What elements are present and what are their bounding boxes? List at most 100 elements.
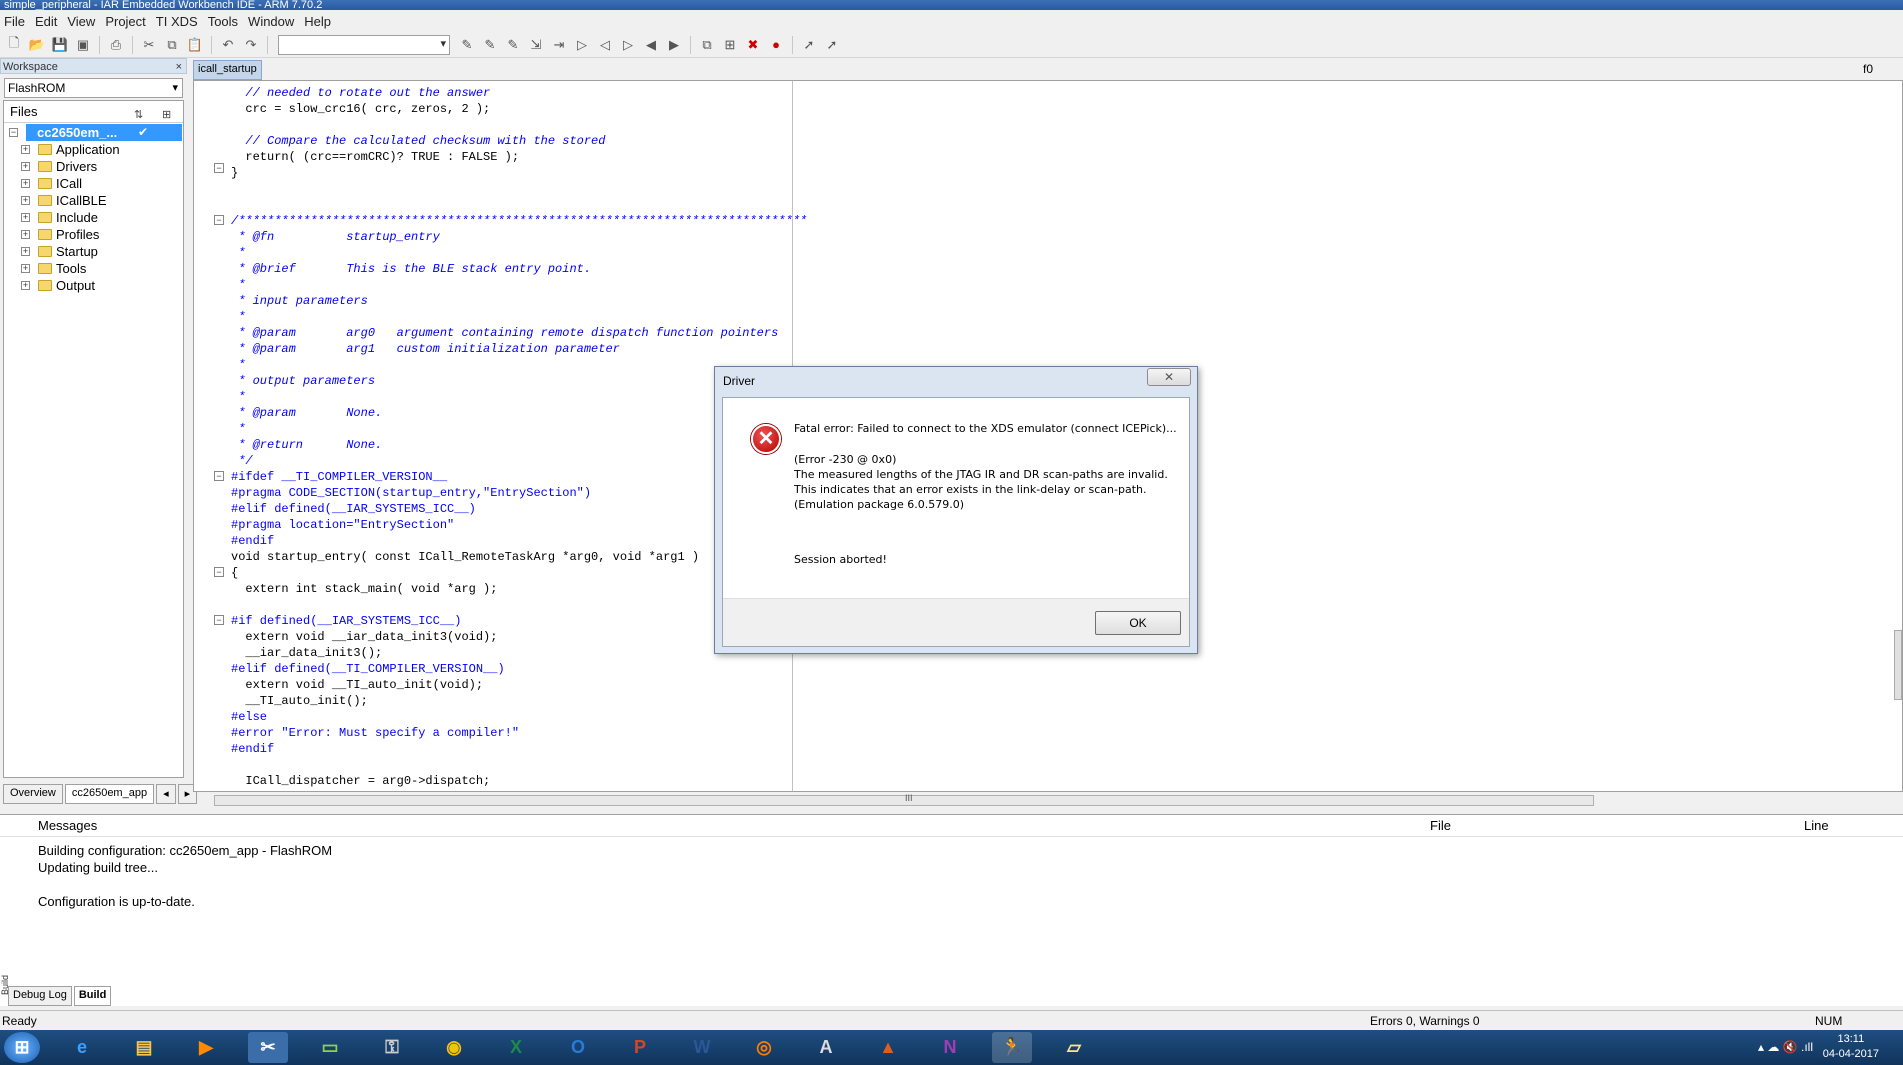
app-icon[interactable]: A xyxy=(806,1032,846,1063)
bookmark-prev-icon[interactable]: ◀ xyxy=(641,35,661,55)
computer-icon[interactable]: ▭ xyxy=(310,1032,350,1063)
tree-item-icall[interactable]: + ICall xyxy=(4,175,183,192)
compile-icon[interactable]: ⧉ xyxy=(697,35,717,55)
file-explorer-icon[interactable]: ▤ xyxy=(124,1032,164,1063)
menu-edit[interactable]: Edit xyxy=(33,14,65,29)
copy-icon[interactable]: ⧉ xyxy=(162,35,182,55)
message-line[interactable]: Configuration is up-to-date. xyxy=(38,894,195,909)
code-line[interactable] xyxy=(231,757,807,773)
menu-view[interactable]: View xyxy=(65,14,103,29)
cut-icon[interactable]: ✂ xyxy=(139,35,159,55)
code-line[interactable]: __TI_auto_init(); xyxy=(231,693,807,709)
run-icon[interactable]: 🏃 xyxy=(992,1032,1032,1063)
debug-without-download-icon[interactable]: ➚ xyxy=(822,35,842,55)
options-icon[interactable]: ⇅ xyxy=(134,104,143,126)
tab-cc2650em-app[interactable]: cc2650em_app xyxy=(64,784,155,804)
tree-item-startup[interactable]: + Startup xyxy=(4,243,183,260)
close-icon[interactable]: × xyxy=(176,59,182,75)
undo-icon[interactable]: ↶ xyxy=(218,35,238,55)
expand-icon[interactable]: + xyxy=(21,264,30,273)
bookmark-icon[interactable]: ▷ xyxy=(572,35,592,55)
code-line[interactable]: } xyxy=(231,165,807,181)
tab-build[interactable]: Build xyxy=(73,986,112,1006)
collapse-icon[interactable]: − xyxy=(9,128,18,137)
tree-item-icallble[interactable]: + ICallBLE xyxy=(4,192,183,209)
code-line[interactable]: * @fn startup_entry xyxy=(231,229,807,245)
code-line[interactable]: extern void __TI_auto_init(void); xyxy=(231,677,807,693)
onenote-icon[interactable]: N xyxy=(930,1032,970,1063)
code-line[interactable] xyxy=(231,197,807,213)
horizontal-scrollbar[interactable]: III xyxy=(210,793,1903,808)
tree-item-application[interactable]: + Application xyxy=(4,141,183,158)
excel-icon[interactable]: X xyxy=(496,1032,536,1063)
tray-icons[interactable]: ▴ ☁ 🔇 .ıll xyxy=(1758,1040,1813,1054)
word-icon[interactable]: W xyxy=(682,1032,722,1063)
expand-icon[interactable]: + xyxy=(21,196,30,205)
redo-icon[interactable]: ↷ xyxy=(241,35,261,55)
goto-icon[interactable]: ⇥ xyxy=(549,35,569,55)
code-line[interactable]: * @param arg1 custom initialization para… xyxy=(231,341,807,357)
tree-root-project[interactable]: − cc2650em_... ✔ xyxy=(4,124,183,141)
menu-project[interactable]: Project xyxy=(103,14,153,29)
navigate-back-icon[interactable]: ◁ xyxy=(595,35,615,55)
open-folder-icon[interactable]: 📂 xyxy=(27,35,47,55)
message-line[interactable]: Updating build tree... xyxy=(38,860,158,875)
expand-icon[interactable]: + xyxy=(21,281,30,290)
code-line[interactable]: * @param arg0 argument containing remote… xyxy=(231,325,807,341)
fold-toggle-icon[interactable]: − xyxy=(214,615,224,625)
expand-icon[interactable]: + xyxy=(21,230,30,239)
vertical-scrollbar-thumb[interactable] xyxy=(1894,630,1902,700)
code-line[interactable]: /***************************************… xyxy=(231,213,807,229)
fold-toggle-icon[interactable]: − xyxy=(214,215,224,225)
tab-icall-startup[interactable]: icall_startup xyxy=(193,60,262,80)
find-next-icon[interactable]: ✎ xyxy=(480,35,500,55)
new-file-icon[interactable]: 🗋 xyxy=(4,35,24,55)
paste-icon[interactable]: 📋 xyxy=(185,35,205,55)
navigate-forward-icon[interactable]: ▷ xyxy=(618,35,638,55)
fold-toggle-icon[interactable]: − xyxy=(214,471,224,481)
find-combo[interactable] xyxy=(278,34,450,55)
bookmark-next-icon[interactable]: ▶ xyxy=(664,35,684,55)
code-line[interactable]: // needed to rotate out the answer xyxy=(231,85,807,101)
breakpoint-icon[interactable]: ● xyxy=(766,35,786,55)
tree-item-include[interactable]: + Include xyxy=(4,209,183,226)
ok-button[interactable]: OK xyxy=(1095,611,1181,635)
configuration-select[interactable]: FlashROM xyxy=(4,78,183,98)
key-icon[interactable]: ⚿ xyxy=(372,1032,412,1063)
code-line[interactable]: * xyxy=(231,277,807,293)
overview-icon[interactable]: ⊞ xyxy=(162,104,171,126)
fold-toggle-icon[interactable]: − xyxy=(214,163,224,173)
stop-build-icon[interactable]: ✖ xyxy=(743,35,763,55)
iar-workbench-icon[interactable]: ✂ xyxy=(248,1032,288,1063)
message-line[interactable]: Building configuration: cc2650em_app - F… xyxy=(38,843,332,858)
sticky-notes-icon[interactable]: ▱ xyxy=(1054,1032,1094,1063)
tree-item-drivers[interactable]: + Drivers xyxy=(4,158,183,175)
code-line[interactable]: #error "Error: Must specify a compiler!" xyxy=(231,725,807,741)
clock[interactable]: 13:11 04-04-2017 xyxy=(1823,1032,1879,1062)
firefox-icon[interactable]: ◎ xyxy=(744,1032,784,1063)
menu-ti-xds[interactable]: TI XDS xyxy=(154,14,206,29)
function-selector[interactable]: f0 xyxy=(1863,62,1873,76)
column-line[interactable]: Line xyxy=(1804,818,1829,833)
column-messages[interactable]: Messages xyxy=(38,818,97,833)
code-line[interactable]: crc = slow_crc16( crc, zeros, 2 ); xyxy=(231,101,807,117)
menu-help[interactable]: Help xyxy=(302,14,339,29)
download-debug-icon[interactable]: ➚ xyxy=(799,35,819,55)
code-line[interactable]: ICall_dispatcher = arg0->dispatch; xyxy=(231,773,807,789)
code-line[interactable]: * input parameters xyxy=(231,293,807,309)
expand-icon[interactable]: + xyxy=(21,247,30,256)
chrome-icon[interactable]: ◉ xyxy=(434,1032,474,1063)
code-line[interactable] xyxy=(231,117,807,133)
matlab-icon[interactable]: ▲ xyxy=(868,1032,908,1063)
code-line[interactable]: * xyxy=(231,309,807,325)
internet-explorer-icon[interactable]: e xyxy=(62,1032,102,1063)
replace-icon[interactable]: ⇲ xyxy=(526,35,546,55)
scrollbar-thumb[interactable]: III xyxy=(214,793,1594,806)
menu-tools[interactable]: Tools xyxy=(206,14,246,29)
code-line[interactable]: #else xyxy=(231,709,807,725)
tab-debug-log[interactable]: Debug Log xyxy=(8,986,72,1006)
save-icon[interactable]: 💾 xyxy=(50,35,70,55)
tab-scroll-left-icon[interactable]: ◂ xyxy=(156,784,176,804)
make-icon[interactable]: ⊞ xyxy=(720,35,740,55)
tree-item-profiles[interactable]: + Profiles xyxy=(4,226,183,243)
